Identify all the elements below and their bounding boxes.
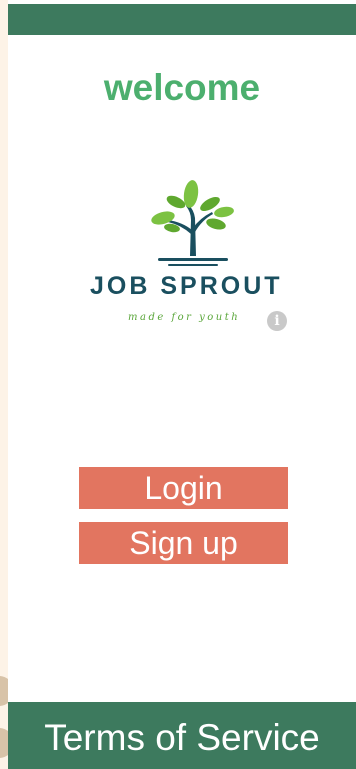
welcome-heading: welcome	[103, 67, 261, 108]
login-button[interactable]: Login	[79, 467, 288, 509]
job-sprout-logo: JOB SPROUT made for youth	[88, 178, 298, 328]
top-status-bar	[8, 4, 356, 35]
logo-tagline: made for youth	[128, 312, 241, 323]
logo-title: JOB SPROUT	[90, 272, 283, 300]
app-screen: welcome JOB SPROUT made for youth i Logi…	[8, 0, 356, 769]
info-icon[interactable]: i	[267, 311, 287, 331]
sign-up-button[interactable]: Sign up	[79, 522, 288, 564]
tree-logo-icon	[151, 180, 234, 266]
terms-of-service-link[interactable]: Terms of Service	[8, 714, 356, 762]
